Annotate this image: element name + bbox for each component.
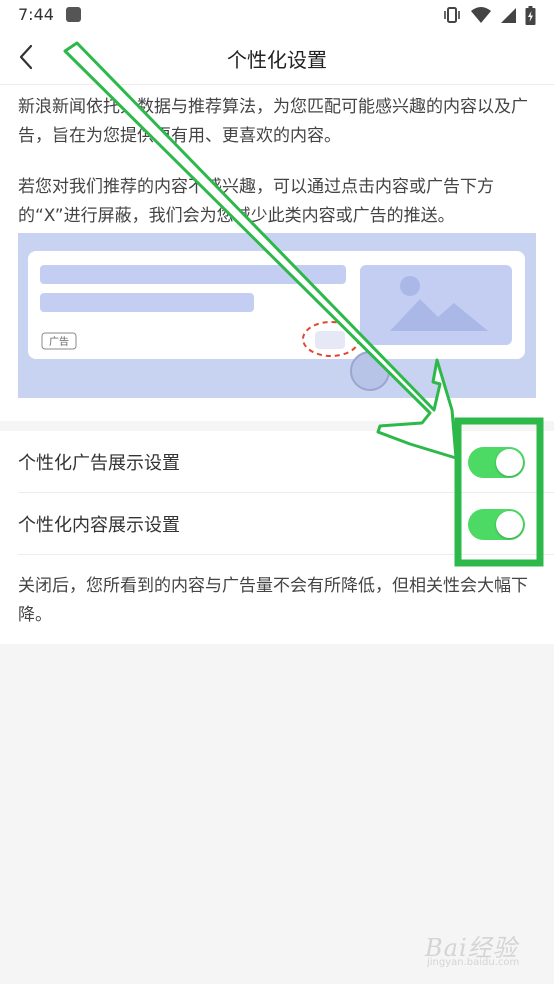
setting-label: 个性化内容展示设置 [18, 515, 180, 536]
status-icons [442, 5, 536, 25]
intro-paragraph-1: 新浪新闻依托大数据与推荐算法，为您匹配可能感兴趣的内容以及广告，旨在为您提供更有… [18, 97, 528, 146]
toggle-knob [496, 449, 523, 476]
setting-personalized-ads: 个性化广告展示设置 [0, 431, 554, 492]
setting-label: 个性化广告展示设置 [18, 453, 180, 474]
wifi-icon [471, 7, 491, 23]
status-bar: 7:44 [0, 0, 554, 30]
baidu-jingyan-watermark: Bai经验 jingyan.baidu.com [425, 926, 535, 970]
vibrate-icon [444, 7, 460, 23]
personalized-ads-toggle[interactable] [468, 447, 525, 478]
divider [18, 554, 554, 555]
app-notification-icon [66, 7, 81, 22]
page-title: 个性化设置 [227, 48, 327, 72]
setting-personalized-content: 个性化内容展示设置 [0, 493, 554, 554]
intro-paragraph-2: 若您对我们推荐的内容不感兴趣，可以通过点击内容或广告下方的“X”进行屏蔽，我们会… [18, 177, 494, 226]
title-bar: 个性化设置 [0, 30, 554, 85]
status-time: 7:44 [18, 5, 54, 24]
settings-section: 个性化广告展示设置 个性化内容展示设置 关闭后，您所看到的内容与广告量不会有所降… [0, 431, 554, 644]
signal-icon [501, 7, 516, 23]
toggle-knob [496, 511, 523, 538]
watermark-url: jingyan.baidu.com [427, 957, 520, 968]
intro-section: 新浪新闻依托大数据与推荐算法，为您匹配可能感兴趣的内容以及广告，旨在为您提供更有… [0, 85, 554, 421]
personalized-content-toggle[interactable] [468, 509, 525, 540]
illustration-ad-tag: 广告 [49, 335, 69, 348]
battery-charging-icon [525, 5, 536, 25]
illustration: 广告 [18, 233, 536, 398]
settings-note: 关闭后，您所看到的内容与广告量不会有所降低，但相关性会大幅下降。 [18, 576, 528, 625]
